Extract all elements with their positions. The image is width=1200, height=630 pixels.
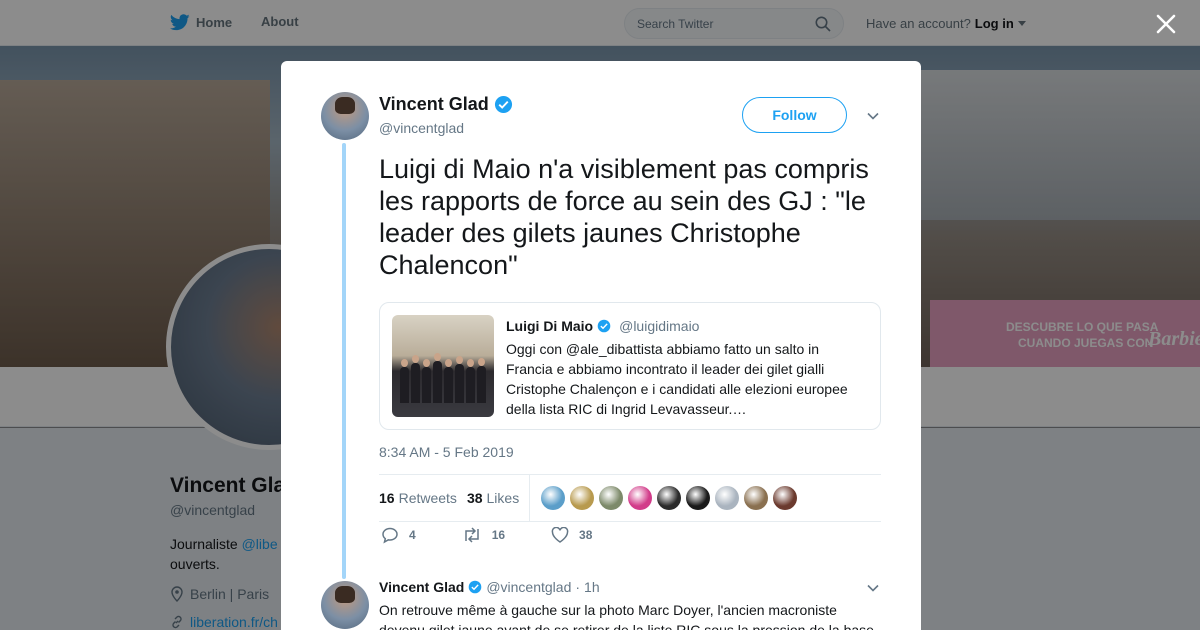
reply-author-handle[interactable]: @vincentglad <box>486 579 571 595</box>
follow-button[interactable]: Follow <box>742 97 847 133</box>
retweets-count: 16 <box>379 490 395 506</box>
like-count: 38 <box>579 528 593 542</box>
reply-separator: · <box>575 579 581 595</box>
likes-label: Likes <box>486 490 520 506</box>
close-modal-button[interactable] <box>1152 10 1180 38</box>
quoted-author: Luigi Di Maio @luigidimaio <box>506 318 699 334</box>
thread-connector-line <box>342 143 346 579</box>
quoted-tweet-text: Oggi con @ale_dibattista abbiamo fatto u… <box>506 341 848 417</box>
likes-stat[interactable]: 38 Likes <box>467 490 519 506</box>
liker-avatar[interactable] <box>715 486 739 510</box>
tweet-stats: 16 Retweets 38 Likes <box>379 474 881 522</box>
quoted-tweet-card[interactable]: Luigi Di Maio @luigidimaio Oggi con @ale… <box>379 302 881 430</box>
author-handle[interactable]: @vincentglad <box>379 120 464 136</box>
stats-divider <box>529 475 530 521</box>
verified-badge-icon <box>597 319 611 333</box>
tweet-options-chevron-icon[interactable] <box>865 108 881 124</box>
author-name[interactable]: Vincent Glad <box>379 94 513 115</box>
liker-avatar[interactable] <box>657 486 681 510</box>
reply-count: 4 <box>409 528 416 542</box>
quoted-author-handle: @luigidimaio <box>619 318 700 334</box>
retweet-action[interactable]: 16 <box>462 527 505 543</box>
heart-icon <box>551 527 569 543</box>
verified-badge-icon <box>469 580 482 594</box>
reply-tweet-text: On retrouve même à gauche sur la photo M… <box>379 602 874 630</box>
reply-options-chevron-icon[interactable] <box>865 580 881 596</box>
reply-icon <box>382 527 398 544</box>
retweet-count: 16 <box>491 528 506 542</box>
liker-avatar[interactable] <box>541 486 565 510</box>
author-avatar[interactable] <box>321 92 369 140</box>
liker-avatar[interactable] <box>570 486 594 510</box>
likes-count: 38 <box>466 490 483 506</box>
reply-author-avatar[interactable] <box>321 581 369 629</box>
retweet-icon <box>464 527 479 543</box>
reply-author-name[interactable]: Vincent Glad <box>379 579 464 595</box>
liker-avatar[interactable] <box>599 486 623 510</box>
tweet-actions: 4 16 38 <box>381 526 616 544</box>
liker-avatar[interactable] <box>686 486 710 510</box>
liker-avatar[interactable] <box>744 486 768 510</box>
liker-avatar[interactable] <box>628 486 652 510</box>
reply-author: Vincent Glad @vincentglad · 1h <box>379 579 600 595</box>
tweet-modal: Vincent Glad @vincentglad Follow Luigi d… <box>281 61 921 630</box>
quoted-author-name: Luigi Di Maio <box>506 318 594 334</box>
tweet-timestamp[interactable]: 8:34 AM - 5 Feb 2019 <box>379 444 514 460</box>
reply-action[interactable]: 4 <box>381 526 416 544</box>
retweets-label: Retweets <box>398 490 457 506</box>
quoted-tweet-photo[interactable] <box>392 315 494 417</box>
retweets-stat[interactable]: 16 Retweets <box>379 490 457 506</box>
tweet-text: Luigi di Maio n'a visiblement pas compri… <box>379 154 869 280</box>
liker-avatar[interactable] <box>773 486 797 510</box>
reply-age[interactable]: 1h <box>584 579 600 595</box>
like-action[interactable]: 38 <box>551 527 592 543</box>
author-name-text[interactable]: Vincent Glad <box>379 94 489 115</box>
liker-avatars <box>541 486 797 510</box>
verified-badge-icon <box>494 95 512 114</box>
close-icon <box>1156 14 1176 34</box>
